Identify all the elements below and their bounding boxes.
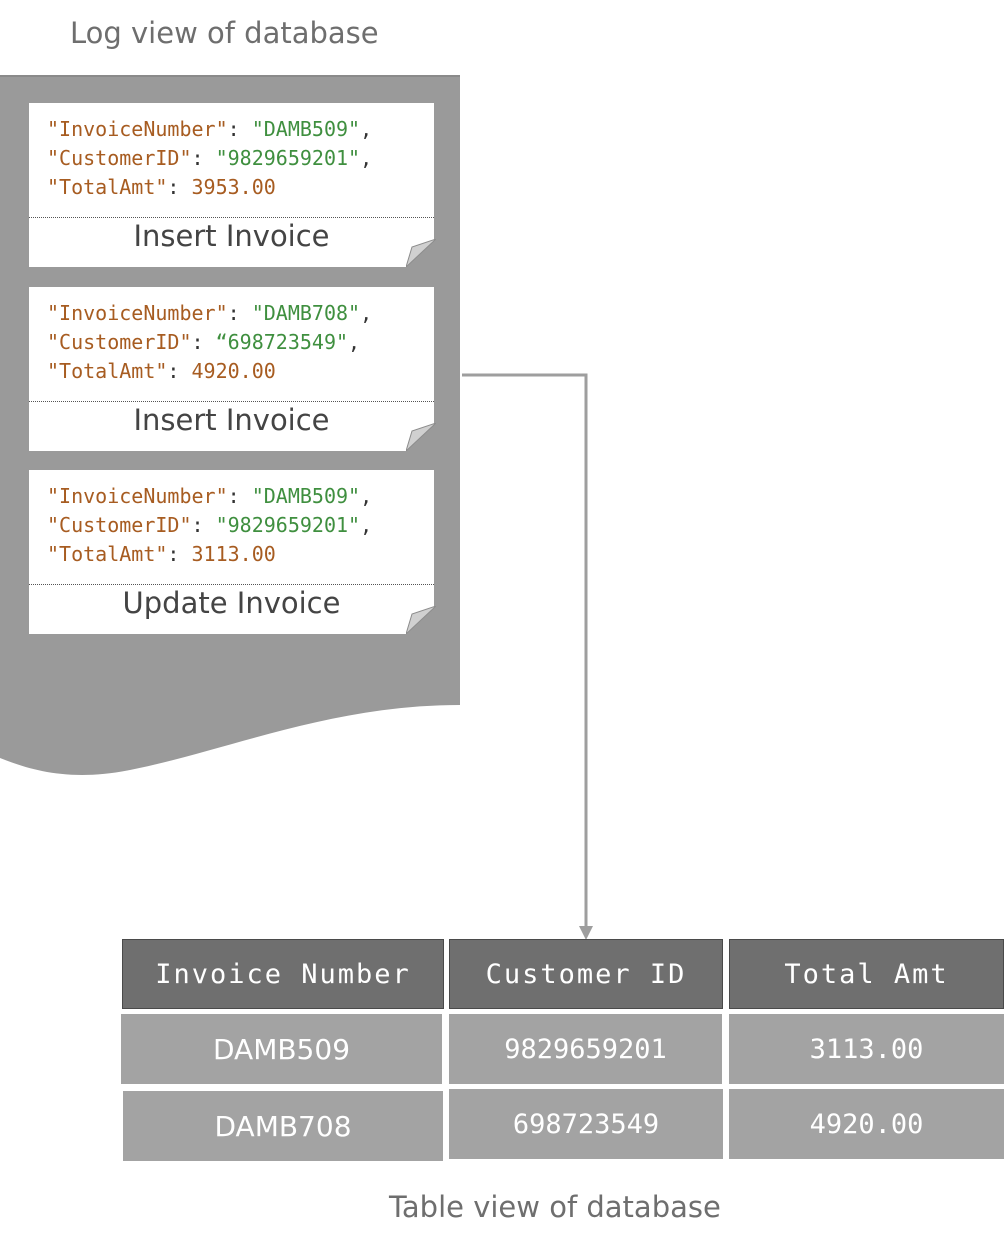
json-value: "DAMB509"	[251, 117, 361, 141]
operation-label: Update Invoice	[122, 586, 341, 620]
json-key: "InvoiceNumber"	[47, 484, 228, 508]
table-cell: 4920.00	[729, 1089, 1004, 1159]
json-value: "9829659201"	[215, 513, 361, 537]
folded-corner-icon	[406, 423, 436, 451]
folded-corner-icon	[406, 606, 436, 634]
json-key: "InvoiceNumber"	[47, 301, 228, 325]
operation-label: Insert Invoice	[133, 219, 330, 253]
json-value: 4920.00	[191, 359, 276, 383]
log-entry: "InvoiceNumber": "DAMB509", "CustomerID"…	[29, 470, 436, 634]
table-cell: 698723549	[449, 1089, 723, 1159]
json-key: "TotalAmt"	[47, 359, 168, 383]
json-value: “698723549"	[215, 330, 349, 354]
json-value: 3113.00	[191, 542, 276, 566]
table-header-customer-id: Customer ID	[449, 939, 723, 1009]
entry-divider	[29, 584, 434, 585]
table-cell: DAMB708	[123, 1091, 443, 1161]
json-record: "InvoiceNumber": "DAMB708", "CustomerID"…	[47, 301, 373, 383]
json-key: "TotalAmt"	[47, 542, 168, 566]
table-cell: 9829659201	[449, 1014, 722, 1084]
json-value: 3953.00	[191, 175, 276, 199]
json-key: "CustomerID"	[47, 330, 192, 354]
arrowhead-icon	[579, 926, 593, 940]
json-key: "CustomerID"	[47, 513, 192, 537]
table-cell: 3113.00	[729, 1014, 1004, 1084]
log-entry: "InvoiceNumber": "DAMB708", "CustomerID"…	[29, 287, 436, 451]
json-key: "CustomerID"	[47, 146, 192, 170]
operation-label: Insert Invoice	[133, 403, 330, 437]
entry-divider	[29, 401, 434, 402]
json-record: "InvoiceNumber": "DAMB509", "CustomerID"…	[47, 117, 373, 199]
table-header-total-amt: Total Amt	[729, 939, 1004, 1009]
json-key: "TotalAmt"	[47, 175, 168, 199]
table-header-invoice-number: Invoice Number	[122, 939, 444, 1009]
table-cell: DAMB509	[121, 1014, 442, 1084]
table-view-caption: Table view of database	[389, 1190, 721, 1224]
log-entry: "InvoiceNumber": "DAMB509", "CustomerID"…	[29, 103, 436, 267]
entry-divider	[29, 217, 434, 218]
json-value: "9829659201"	[215, 146, 361, 170]
json-key: "InvoiceNumber"	[47, 117, 228, 141]
json-record: "InvoiceNumber": "DAMB509", "CustomerID"…	[47, 484, 373, 566]
json-value: "DAMB509"	[251, 484, 361, 508]
json-value: "DAMB708"	[251, 301, 361, 325]
folded-corner-icon	[406, 239, 436, 267]
